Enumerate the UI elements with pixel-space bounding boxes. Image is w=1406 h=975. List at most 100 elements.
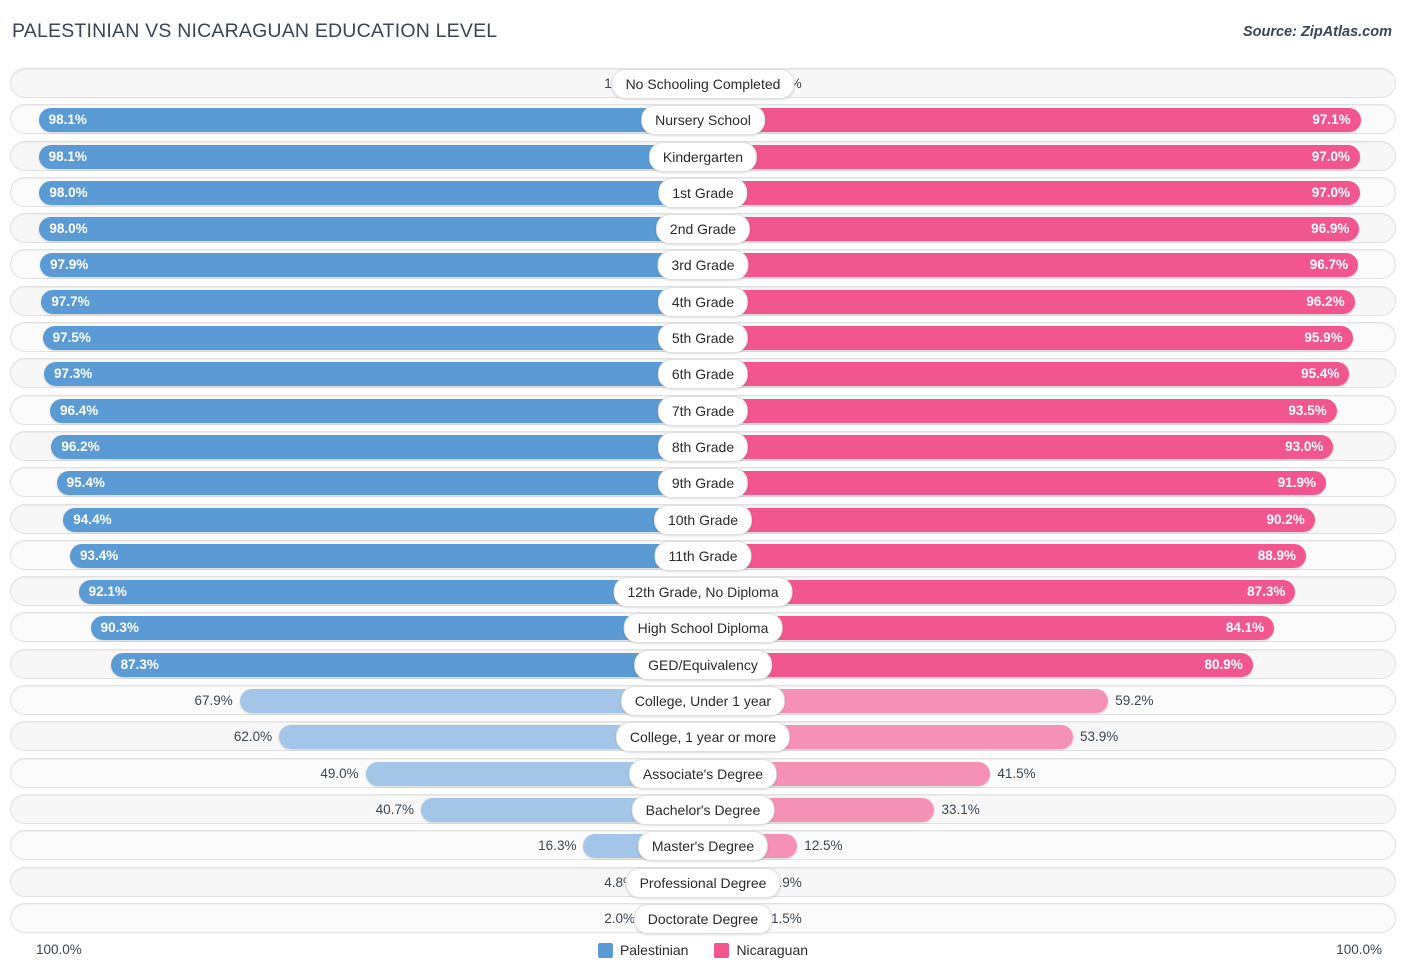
value-label-nicaraguan: 90.2% [1266,511,1305,527]
category-label[interactable]: College, 1 year or more [615,722,791,753]
category-label[interactable]: 12th Grade, No Diploma [613,577,793,608]
value-label-palestinian: 98.1% [48,112,87,128]
bar-nicaraguan[interactable]: 91.9% [714,471,1327,496]
bar-palestinian[interactable]: 92.1% [78,580,692,605]
category-label[interactable]: College, Under 1 year [620,686,786,717]
bar-half-palestinian: 97.3% [43,362,692,387]
category-label[interactable]: 8th Grade [657,431,749,462]
bar-nicaraguan[interactable]: 87.3% [714,580,1296,605]
legend-swatch-nicaraguan [714,942,730,958]
bar-palestinian[interactable]: 98.0% [39,180,692,205]
category-label[interactable]: 3rd Grade [657,250,749,281]
value-label-nicaraguan: 88.9% [1257,547,1297,563]
category-label[interactable]: Doctorate Degree [633,903,773,934]
bar-half-nicaraguan: 3.9% [714,870,1358,895]
bar-nicaraguan[interactable]: 97.0% [714,180,1361,205]
axis-label-right: 100.0% [1336,942,1382,957]
category-label[interactable]: 11th Grade [654,540,752,571]
bar-nicaraguan[interactable]: 90.2% [714,507,1315,532]
bar-nicaraguan[interactable]: 93.0% [714,434,1334,459]
bar-palestinian[interactable]: 97.5% [42,326,692,351]
bar-palestinian[interactable]: 96.2% [51,434,692,459]
category-label[interactable]: 7th Grade [657,395,749,426]
legend-label-nicaraguan: Nicaraguan [736,942,809,958]
bar-row: 62.0% 53.9% College, 1 year or more [0,721,1406,753]
bar-half-palestinian: 97.7% [41,289,692,314]
value-label-nicaraguan: 84.1% [1225,620,1265,636]
value-label-palestinian: 98.0% [49,221,88,237]
category-label[interactable]: Bachelor's Degree [631,794,775,825]
bar-palestinian[interactable]: 96.4% [49,398,692,423]
bar-palestinian[interactable]: 97.9% [40,253,692,278]
value-label-palestinian: 49.0% [320,765,359,781]
category-label[interactable]: 5th Grade [657,323,749,354]
legend-item-nicaraguan[interactable]: Nicaraguan [714,942,808,958]
bar-row: 98.0% 96.9% 2nd Grade [0,213,1406,245]
category-label[interactable]: No Schooling Completed [611,69,795,99]
bar-nicaraguan[interactable]: 95.4% [714,362,1350,387]
category-label[interactable]: 6th Grade [657,359,749,390]
bar-half-palestinian: 96.2% [48,434,692,459]
value-label-nicaraguan: 95.9% [1304,330,1343,346]
bar-palestinian[interactable]: 97.7% [41,289,692,314]
category-label[interactable]: 10th Grade [653,504,753,535]
bar-row: 98.1% 97.0% Kindergarten [0,140,1406,172]
bar-half-palestinian: 90.3% [48,616,692,641]
bar-row: 95.4% 91.9% 9th Grade [0,467,1406,499]
bar-palestinian[interactable]: 98.1% [38,144,692,169]
bar-nicaraguan[interactable]: 96.9% [714,217,1360,242]
value-label-nicaraguan: 41.5% [997,765,1036,781]
bar-row: 98.0% 97.0% 1st Grade [0,176,1406,208]
category-label[interactable]: 1st Grade [658,177,748,208]
bar-nicaraguan[interactable]: 95.9% [714,326,1353,351]
chart-footer: 100.0% Palestinian Nicaraguan 100.0% [0,938,1406,968]
bar-half-nicaraguan: 95.9% [714,326,1358,351]
category-label[interactable]: High School Diploma [623,613,783,644]
bar-half-palestinian: 98.0% [39,217,692,242]
bar-palestinian[interactable]: 98.0% [39,217,692,242]
category-label[interactable]: 4th Grade [657,286,749,317]
category-label[interactable]: Professional Degree [625,867,781,898]
page-title: PALESTINIAN VS NICARAGUAN EDUCATION LEVE… [12,20,498,42]
bar-palestinian[interactable]: 94.4% [63,507,692,532]
category-label[interactable]: Kindergarten [648,141,758,172]
category-label[interactable]: Associate's Degree [628,758,778,789]
bar-palestinian[interactable]: 93.4% [69,543,692,568]
bar-palestinian[interactable]: 95.4% [56,471,692,496]
bar-half-nicaraguan: 59.2% [714,689,1358,714]
bar-row: 92.1% 87.3% 12th Grade, No Diploma [0,576,1406,608]
bar-palestinian[interactable]: 90.3% [90,616,692,641]
bar-nicaraguan[interactable]: 97.0% [714,144,1361,169]
bar-half-nicaraguan: 2.9% [714,72,1358,96]
bar-nicaraguan[interactable]: 97.1% [714,108,1361,133]
bar-row: 93.4% 88.9% 11th Grade [0,539,1406,571]
bar-half-palestinian: 4.8% [48,870,692,895]
bar-half-palestinian: 92.1% [48,580,692,605]
category-label[interactable]: 9th Grade [657,468,749,499]
bar-palestinian[interactable]: 87.3% [110,652,692,677]
bar-nicaraguan[interactable]: 84.1% [714,616,1275,641]
bar-row: 16.3% 12.5% Master's Degree [0,830,1406,862]
legend-item-palestinian[interactable]: Palestinian [597,942,688,958]
bar-half-nicaraguan: 90.2% [714,507,1358,532]
category-label[interactable]: Master's Degree [637,831,769,862]
category-label[interactable]: 2nd Grade [655,214,751,245]
bar-nicaraguan[interactable]: 96.2% [714,289,1355,314]
value-label-nicaraguan: 87.3% [1247,584,1286,600]
value-label-palestinian: 92.1% [88,584,127,600]
bar-half-palestinian: 67.9% [48,689,692,714]
bar-palestinian[interactable]: 98.1% [38,108,692,133]
value-label-nicaraguan: 91.9% [1277,475,1317,491]
value-label-palestinian: 97.7% [51,293,90,309]
chart-header: PALESTINIAN VS NICARAGUAN EDUCATION LEVE… [0,0,1406,60]
bar-half-nicaraguan: 97.0% [714,144,1361,169]
bar-palestinian[interactable]: 97.3% [43,362,692,387]
bar-nicaraguan[interactable]: 88.9% [714,543,1307,568]
category-label[interactable]: Nursery School [641,105,765,136]
bar-nicaraguan[interactable]: 93.5% [714,398,1337,423]
bar-nicaraguan[interactable]: 96.7% [714,253,1359,278]
bar-row: 67.9% 59.2% College, Under 1 year [0,685,1406,717]
bar-row: 4.8% 3.9% Professional Degree [0,866,1406,898]
bar-nicaraguan[interactable]: 80.9% [714,652,1253,677]
category-label[interactable]: GED/Equivalency [634,649,772,680]
